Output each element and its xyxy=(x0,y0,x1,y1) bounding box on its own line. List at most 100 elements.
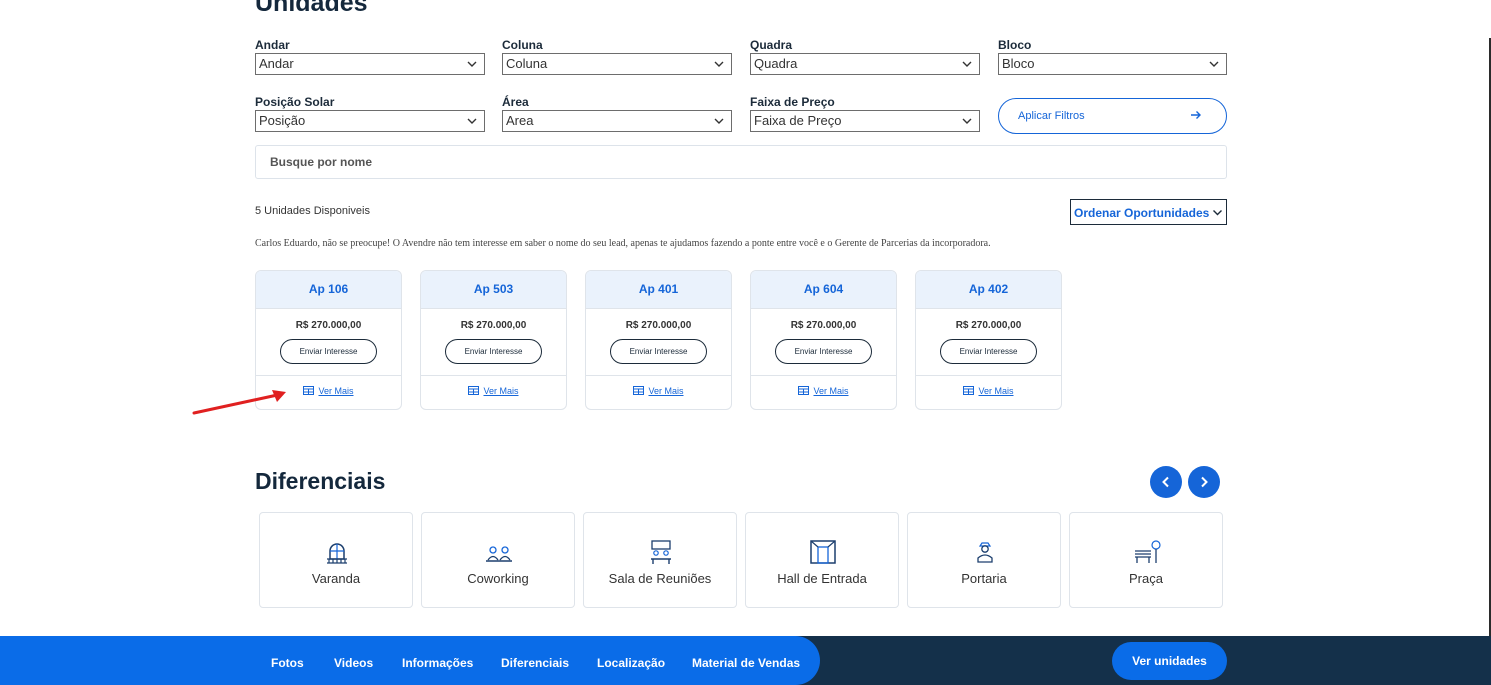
see-more-label: Ver Mais xyxy=(813,386,849,396)
table-icon xyxy=(798,386,810,395)
select-value: Bloco xyxy=(1002,56,1035,71)
filter-faixa-preco: Faixa de Preço Faixa de Preço xyxy=(750,95,980,132)
see-more-link[interactable]: Ver Mais xyxy=(916,386,1061,396)
bloco-select[interactable]: Bloco xyxy=(998,53,1227,75)
unit-price: R$ 270.000,00 xyxy=(790,320,857,331)
unit-name: Ap 401 xyxy=(586,271,731,309)
nav-localizacao[interactable]: Localização xyxy=(597,656,665,670)
unit-price: R$ 270.000,00 xyxy=(955,320,1022,331)
nav-informacoes[interactable]: Informações xyxy=(402,656,473,670)
filter-area: Área Area xyxy=(502,95,732,132)
unit-name: Ap 503 xyxy=(421,271,566,309)
divider xyxy=(916,375,1061,376)
diferencial-card: Coworking xyxy=(421,512,575,608)
nav-material-vendas[interactable]: Material de Vendas xyxy=(692,656,800,670)
view-units-button[interactable]: Ver unidades xyxy=(1112,642,1227,680)
order-opportunities-select[interactable]: Ordenar Oportunidades xyxy=(1070,199,1227,225)
filter-label: Área xyxy=(502,95,529,109)
chevron-down-icon xyxy=(1213,210,1222,216)
diferencial-card: Portaria xyxy=(907,512,1061,608)
diferencial-card: Hall de Entrada xyxy=(745,512,899,608)
nav-diferenciais[interactable]: Diferenciais xyxy=(501,656,569,670)
diferencial-card: Varanda xyxy=(259,512,413,608)
see-more-link[interactable]: Ver Mais xyxy=(586,386,731,396)
select-value: Area xyxy=(506,113,534,128)
filter-posicao-solar: Posição Solar Posição xyxy=(255,95,485,132)
select-value: Andar xyxy=(259,56,294,71)
filter-quadra: Quadra Quadra xyxy=(750,38,980,75)
see-more-link[interactable]: Ver Mais xyxy=(421,386,566,396)
quadra-select[interactable]: Quadra xyxy=(750,53,980,75)
units-title: Unidades xyxy=(255,0,368,17)
chevron-down-icon xyxy=(714,61,724,67)
select-value: Coluna xyxy=(506,56,548,71)
filter-label: Quadra xyxy=(750,38,793,52)
send-interest-button[interactable]: Enviar Interesse xyxy=(940,339,1037,364)
andar-select[interactable]: Andar xyxy=(255,53,485,75)
diferenciais-title: Diferenciais xyxy=(255,468,386,494)
unit-name: Ap 604 xyxy=(751,271,896,309)
send-interest-button[interactable]: Enviar Interesse xyxy=(775,339,872,364)
carousel-next-button[interactable] xyxy=(1188,466,1220,498)
send-interest-button[interactable]: Enviar Interesse xyxy=(280,339,377,364)
divider xyxy=(421,375,566,376)
arrow-right-icon xyxy=(1191,111,1201,119)
chevron-down-icon xyxy=(467,118,477,124)
diferencial-card: Sala de Reuniões xyxy=(583,512,737,608)
meeting-room-icon xyxy=(651,540,671,564)
table-icon xyxy=(303,386,315,395)
see-more-label: Ver Mais xyxy=(318,386,354,396)
filter-andar: Andar Andar xyxy=(255,38,485,75)
diferencial-label: Praça xyxy=(1129,571,1163,586)
chevron-down-icon xyxy=(962,118,972,124)
table-icon xyxy=(633,386,645,395)
select-value: Quadra xyxy=(754,56,798,71)
diferencial-label: Hall de Entrada xyxy=(777,571,867,586)
divider xyxy=(256,375,401,376)
entrance-hall-icon xyxy=(810,540,836,564)
send-interest-button[interactable]: Enviar Interesse xyxy=(445,339,542,364)
balcony-icon xyxy=(327,543,347,564)
divider xyxy=(586,375,731,376)
filter-label: Coluna xyxy=(502,38,543,52)
posicao-select[interactable]: Posição xyxy=(255,110,485,132)
chevron-down-icon xyxy=(962,61,972,67)
faixa-preco-select[interactable]: Faixa de Preço xyxy=(750,110,980,132)
nav-fotos[interactable]: Fotos xyxy=(271,656,304,670)
annotation-arrow-icon xyxy=(192,390,286,415)
unit-price: R$ 270.000,00 xyxy=(625,320,692,331)
see-more-label: Ver Mais xyxy=(483,386,519,396)
nav-videos[interactable]: Videos xyxy=(334,656,373,670)
send-interest-button[interactable]: Enviar Interesse xyxy=(610,339,707,364)
coluna-select[interactable]: Coluna xyxy=(502,53,732,75)
doorman-icon xyxy=(977,542,993,563)
select-value: Posição xyxy=(259,113,306,128)
unit-card: Ap 604 R$ 270.000,00 Enviar Interesse Ve… xyxy=(750,270,897,410)
unit-name: Ap 106 xyxy=(256,271,401,309)
coworking-icon xyxy=(486,546,512,562)
filter-coluna: Coluna Coluna xyxy=(502,38,732,75)
unit-name: Ap 402 xyxy=(916,271,1061,309)
diferencial-card: Praça xyxy=(1069,512,1223,608)
diferencial-label: Varanda xyxy=(311,571,361,586)
diferencial-label: Coworking xyxy=(467,571,529,586)
search-input[interactable] xyxy=(255,145,1227,179)
unit-card: Ap 402 R$ 270.000,00 Enviar Interesse Ve… xyxy=(915,270,1062,410)
carousel-prev-button[interactable] xyxy=(1150,466,1182,498)
apply-filters-label: Aplicar Filtros xyxy=(1018,110,1085,122)
see-more-label: Ver Mais xyxy=(648,386,684,396)
divider xyxy=(751,375,896,376)
unit-price: R$ 270.000,00 xyxy=(460,320,527,331)
select-value: Faixa de Preço xyxy=(754,113,842,128)
table-icon xyxy=(963,386,975,395)
see-more-label: Ver Mais xyxy=(978,386,1014,396)
filter-bloco: Bloco Bloco xyxy=(998,38,1227,75)
unit-price: R$ 270.000,00 xyxy=(295,320,362,331)
apply-filters-button[interactable]: Aplicar Filtros xyxy=(998,98,1227,134)
see-more-link[interactable]: Ver Mais xyxy=(751,386,896,396)
units-count: 5 Unidades Disponiveis xyxy=(255,205,370,217)
bottom-nav-bar: Fotos Videos Informações Diferenciais Lo… xyxy=(0,636,1491,685)
lead-privacy-note: Carlos Eduardo, não se preocupe! O Avend… xyxy=(255,238,991,249)
chevron-down-icon xyxy=(714,118,724,124)
area-select[interactable]: Area xyxy=(502,110,732,132)
